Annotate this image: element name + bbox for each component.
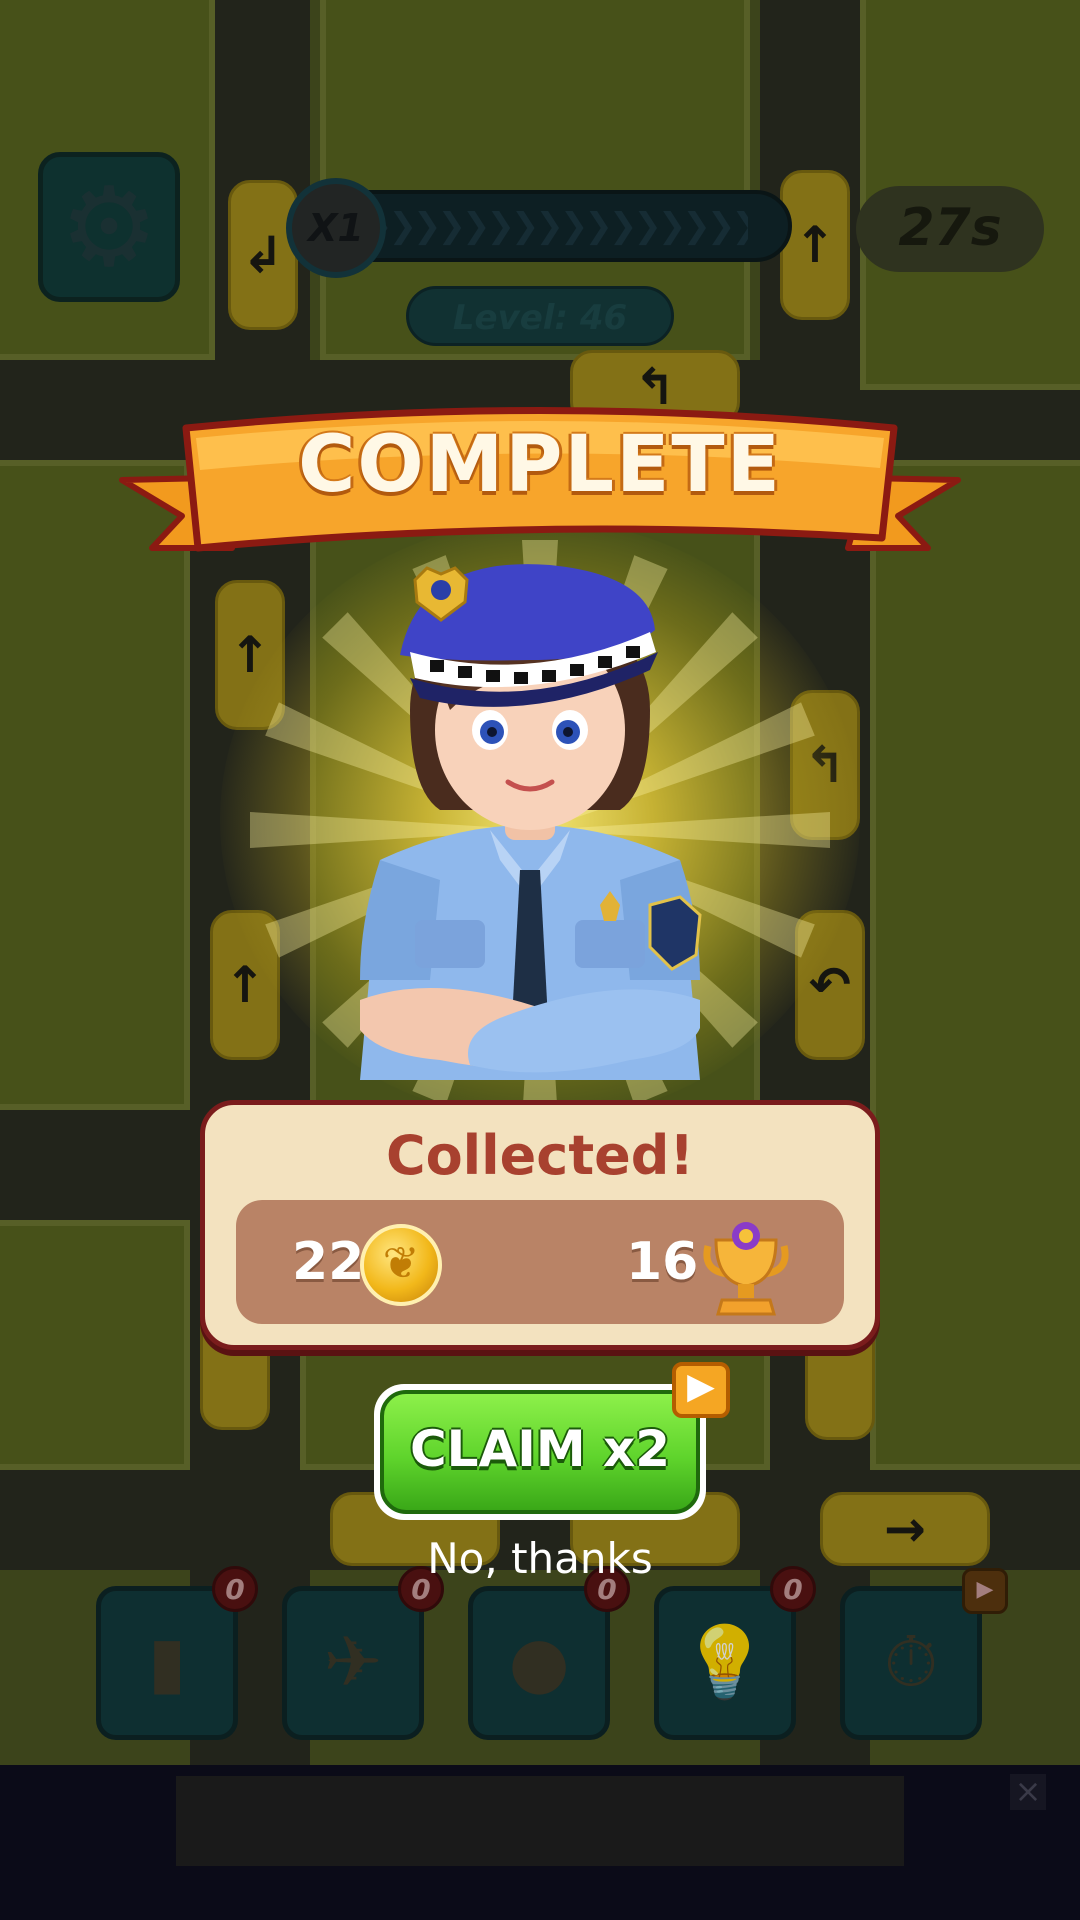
claim-label: CLAIM x2 [409, 1420, 671, 1478]
police-officer-character [360, 564, 702, 1080]
collected-title: Collected! [385, 1124, 695, 1187]
banner-title: COMPLETE [298, 420, 782, 510]
trophy-icon [703, 1222, 789, 1316]
gold-coin-icon: ❦ [360, 1224, 442, 1306]
claim-x2-button[interactable]: CLAIM x2 [374, 1384, 706, 1520]
ad-close-button[interactable]: × [1010, 1772, 1046, 1810]
claim-button-face: CLAIM x2 [380, 1390, 700, 1514]
coin-amount: 22 [292, 1232, 365, 1292]
play-ad-icon: ▶ [672, 1362, 730, 1418]
no-thanks-button[interactable]: No, thanks [340, 1534, 740, 1583]
close-icon: × [1014, 1772, 1042, 1810]
trophy-amount: 16 [626, 1232, 699, 1292]
ad-banner[interactable] [176, 1776, 904, 1866]
